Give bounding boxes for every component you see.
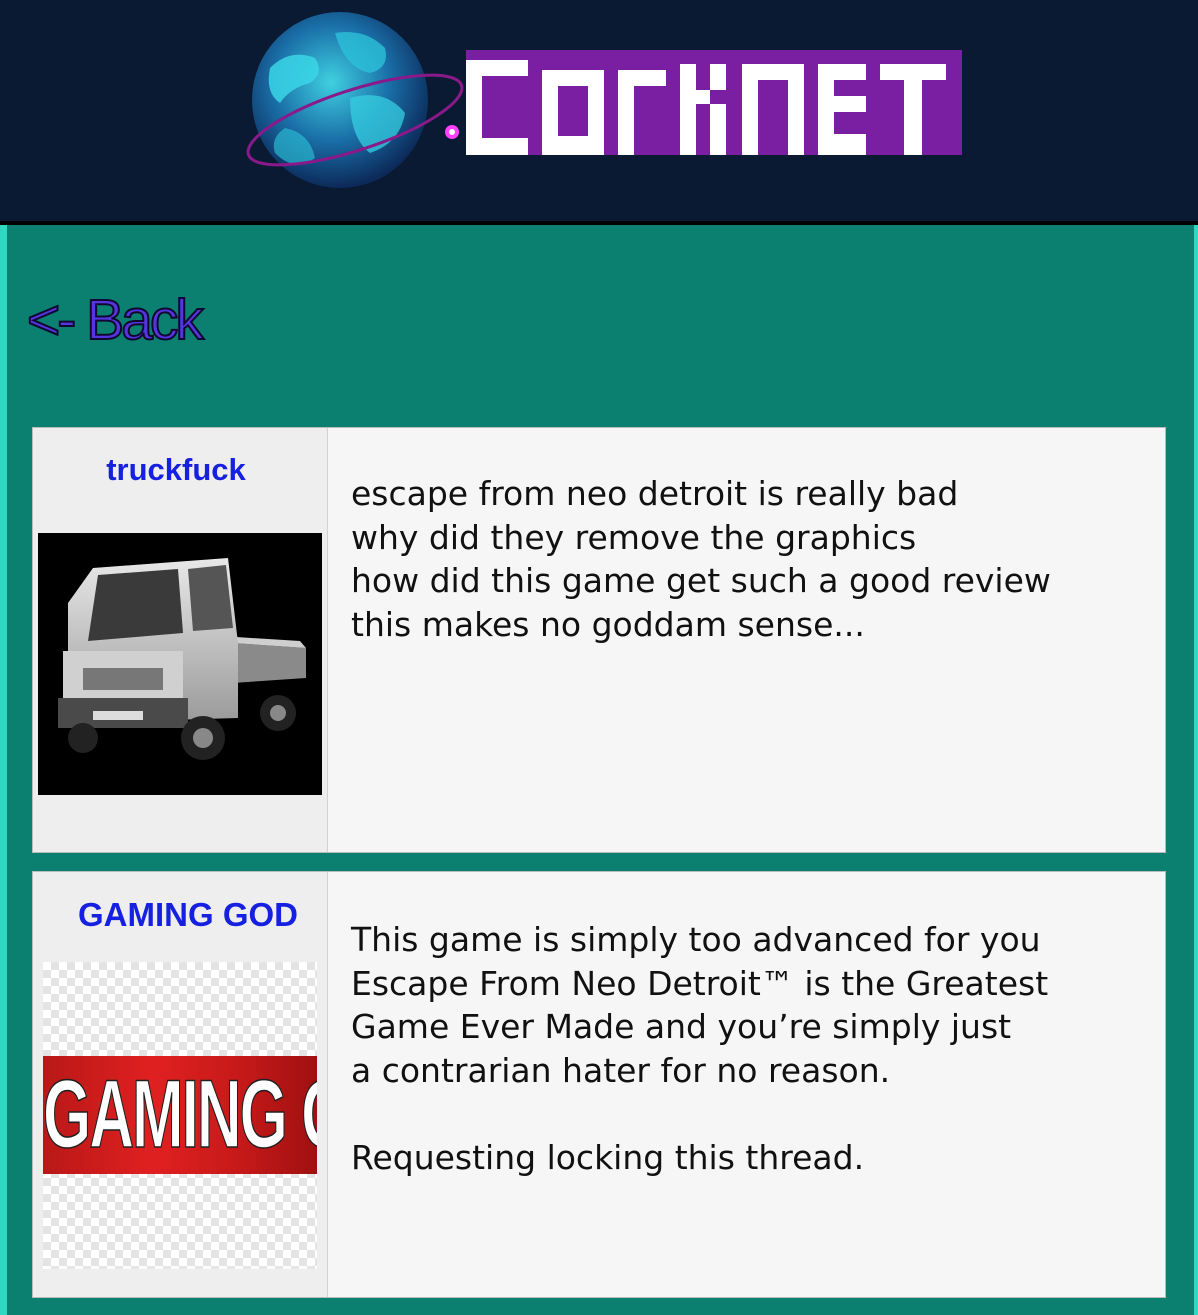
site-logo-wordmark[interactable] bbox=[466, 50, 962, 155]
post-author-panel: GAMING GOD GAMING GOD bbox=[33, 872, 328, 1297]
avatar[interactable]: GAMING GOD bbox=[43, 962, 317, 1269]
truck-icon bbox=[58, 558, 306, 760]
username-link[interactable]: GAMING GOD bbox=[41, 896, 335, 934]
banner-text: GAMING GOD bbox=[43, 1061, 317, 1169]
post-line: This game is simply too advanced for you bbox=[351, 920, 1041, 959]
back-link[interactable]: <- Back bbox=[26, 287, 205, 353]
post-1: truckfuck escape from neo detroit is rea… bbox=[32, 427, 1166, 853]
post-line: Game Ever Made and you’re simply just bbox=[351, 1007, 1012, 1046]
gaming-god-banner: GAMING GOD bbox=[43, 1056, 317, 1174]
post-closing-line: Requesting locking this thread. bbox=[351, 1137, 865, 1177]
site-header bbox=[0, 0, 1198, 225]
post-line: why did they remove the graphics bbox=[351, 517, 917, 557]
post-2: GAMING GOD GAMING GOD This game is simpl… bbox=[32, 871, 1166, 1298]
post-line: Escape From Neo Detroit™ is the Greatest bbox=[351, 963, 1049, 1003]
username-link[interactable]: truckfuck bbox=[29, 452, 323, 488]
avatar[interactable] bbox=[38, 533, 322, 795]
post-body: escape from neo detroit is really bad wh… bbox=[351, 472, 1145, 646]
post-line: escape from neo detroit is really bad bbox=[351, 474, 959, 513]
globe-logo-icon bbox=[246, 12, 464, 188]
post-line: how did this game get such a good review bbox=[351, 561, 1051, 600]
post-body: This game is simply too advanced for you… bbox=[351, 918, 1145, 1179]
post-line: this makes no goddam sense... bbox=[351, 604, 865, 644]
post-author-panel: truckfuck bbox=[33, 428, 328, 852]
post-line: a contrarian hater for no reason. bbox=[351, 1050, 891, 1090]
